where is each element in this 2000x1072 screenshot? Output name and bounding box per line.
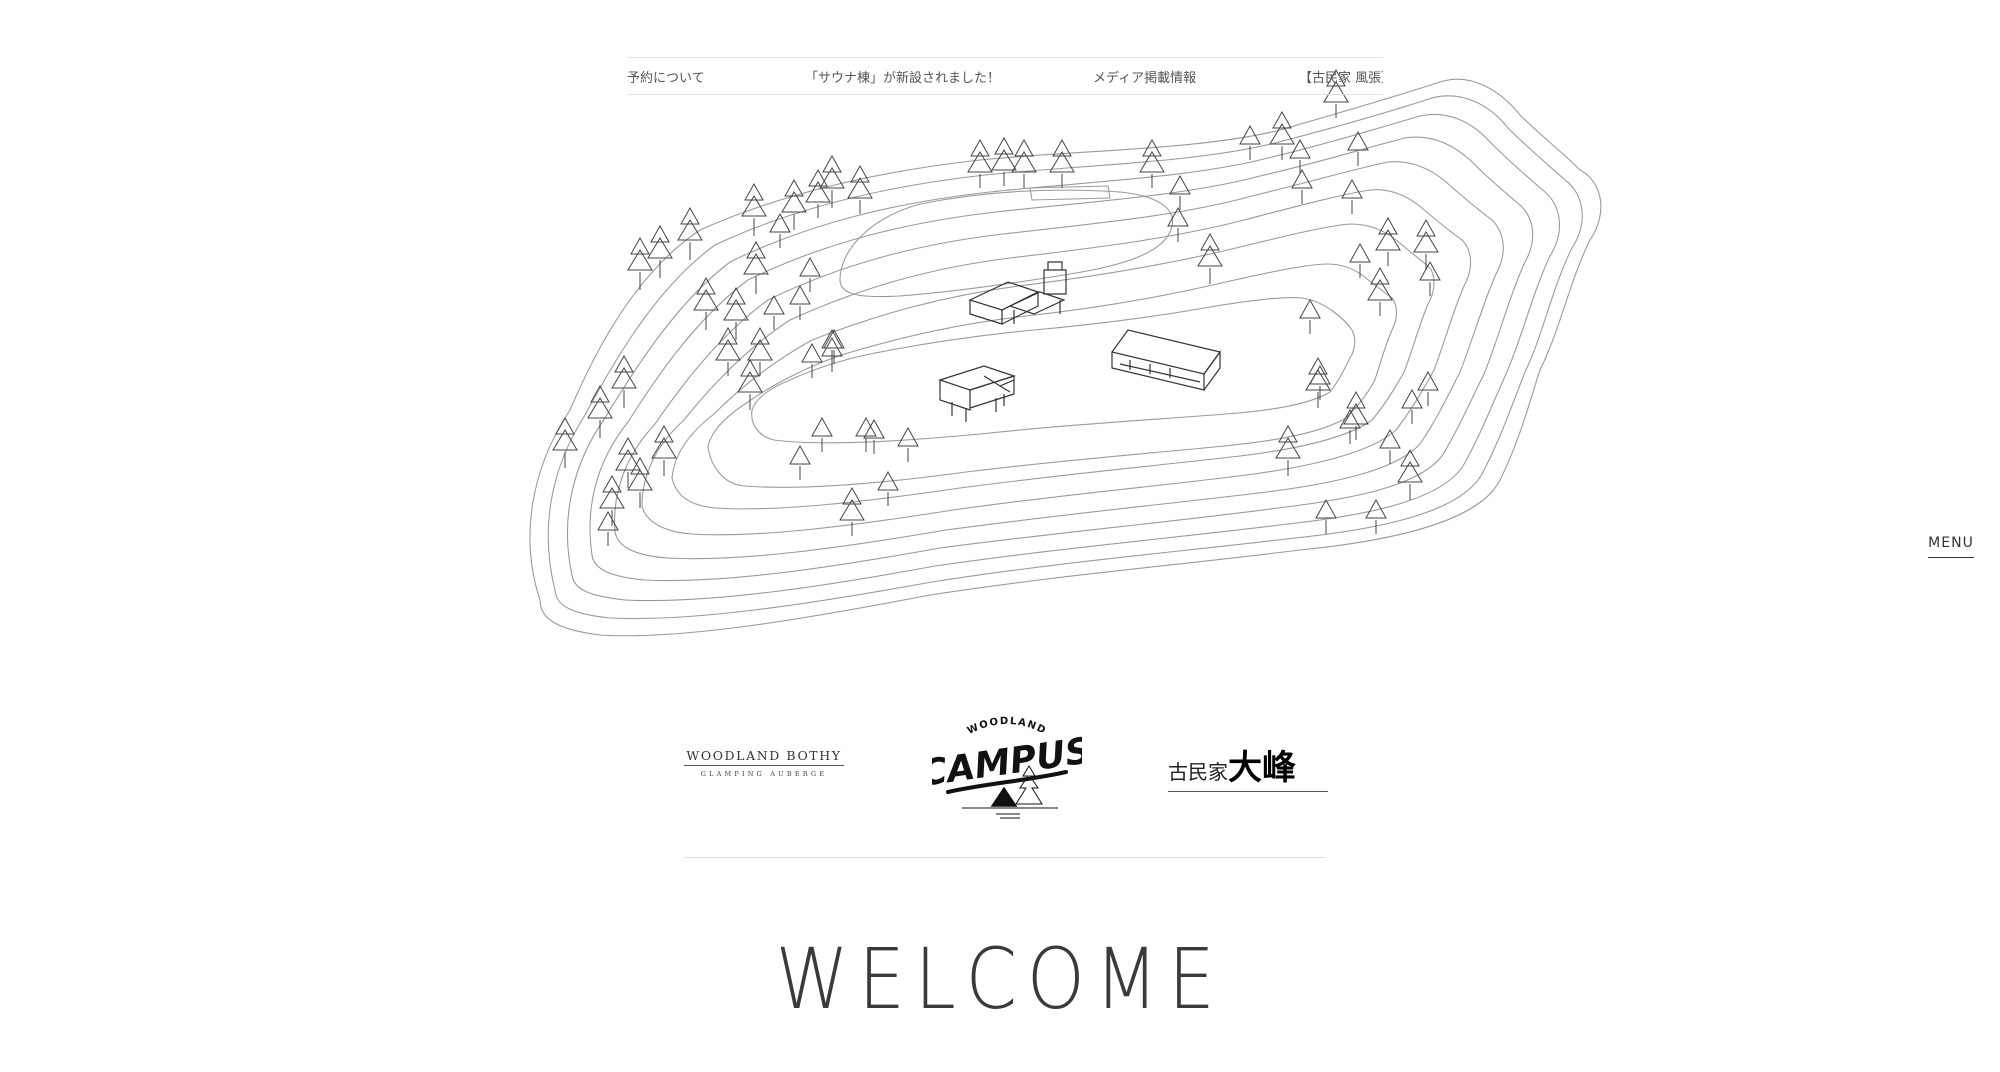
bothy-logo-subtitle: GLAMPING AUBERGE (700, 770, 828, 778)
woodland-campus-logo[interactable]: WOODLAND CAMPUS (918, 710, 1094, 820)
cabins (938, 261, 1222, 422)
ticker-item-kominka[interactable]: 【古民家 風張】 (1299, 67, 1383, 86)
kominka-taiho-logo[interactable]: 古民家大峰 (1168, 740, 1328, 792)
cabin-sauna (968, 261, 1067, 325)
site-map-illustration (529, 68, 1602, 637)
svg-text:WOODLAND: WOODLAND (966, 716, 1049, 737)
woodland-bothy-logo[interactable]: WOODLAND BOTHY GLAMPING AUBERGE (684, 748, 844, 788)
cabin-bothy (938, 365, 1016, 422)
cabin-main-lodge (1110, 329, 1222, 391)
bothy-logo-title: WOODLAND BOTHY (684, 748, 844, 766)
news-ticker: 予約について 「サウナ棟」が新設されました！ メディア掲載情報 【古民家 風張】 (627, 57, 1383, 95)
contour-lines (529, 78, 1602, 637)
menu-label: MENU (1928, 535, 1974, 551)
taiho-logo-underline (1168, 791, 1328, 792)
campus-logo-top: WOODLAND (966, 716, 1047, 737)
ticker-item-media[interactable]: メディア掲載情報 (1093, 67, 1196, 86)
campus-logo-main: CAMPUS (932, 730, 1082, 794)
menu-underline (1928, 557, 1974, 558)
taiho-logo-small: 古民家 (1168, 760, 1228, 784)
section-divider (685, 857, 1325, 858)
menu-button[interactable]: MENU (1928, 533, 1974, 561)
ticker-item-reservation[interactable]: 予約について (627, 67, 705, 86)
welcome-heading: WELCOME (775, 930, 1225, 1028)
ticker-item-sauna[interactable]: 「サウナ棟」が新設されました！ (805, 67, 1000, 86)
taiho-logo-big: 大峰 (1228, 748, 1296, 788)
campus-logo-graphic: WOODLAND CAMPUS (918, 716, 1094, 819)
